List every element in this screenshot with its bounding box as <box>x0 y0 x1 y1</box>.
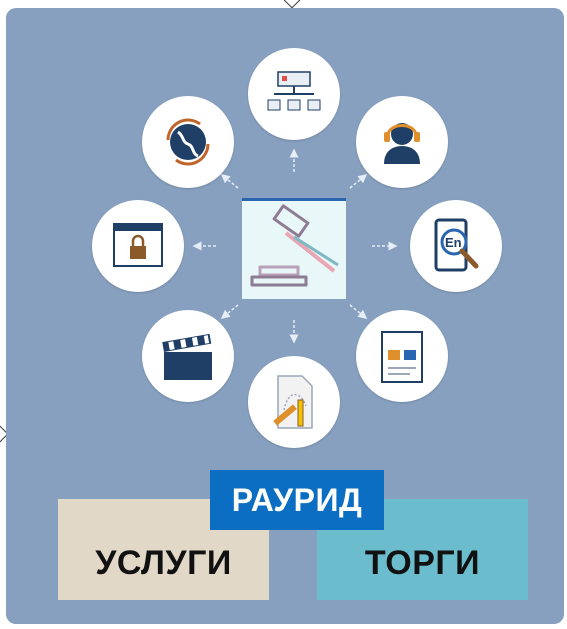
gavel-icon <box>242 198 346 299</box>
brand-label: РАУРИД <box>231 481 363 518</box>
globe-cycle-icon <box>166 118 210 166</box>
circle-top-right[interactable] <box>356 96 448 188</box>
secure-window-icon <box>113 223 163 267</box>
circle-top-left[interactable] <box>142 96 234 188</box>
dictionary-search-icon: En <box>434 218 479 272</box>
dictionary-letters: En <box>445 235 462 250</box>
brand-badge[interactable]: РАУРИД <box>210 470 384 530</box>
drawing-pencil-icon <box>273 375 313 429</box>
circle-left[interactable] <box>92 200 184 292</box>
circle-top[interactable] <box>248 48 340 140</box>
circle-bottom-right[interactable] <box>356 310 448 402</box>
circle-bottom[interactable] <box>248 356 340 448</box>
circle-bottom-left[interactable] <box>142 310 234 402</box>
headset-user-icon <box>384 123 420 164</box>
clapperboard-icon <box>162 333 212 380</box>
circle-right[interactable]: En <box>410 200 502 292</box>
org-chart-icon <box>267 71 321 111</box>
document-page-icon <box>381 331 423 383</box>
